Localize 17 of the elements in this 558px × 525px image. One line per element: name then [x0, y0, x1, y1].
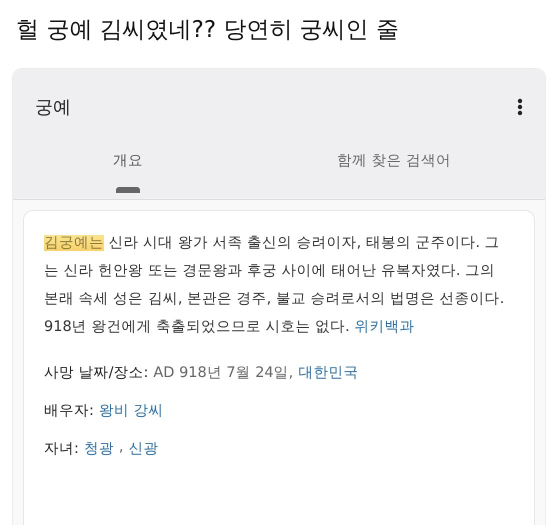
- tab[interactable]: 개요: [13, 151, 243, 193]
- fact-label: 배우자:: [44, 402, 94, 420]
- fact-value: ,: [118, 439, 124, 457]
- fact-value: AD 918년 7월 24일,: [153, 364, 294, 382]
- highlighted-text: 김궁예는: [44, 235, 104, 251]
- post-title: 헐 궁예 김씨였네?? 당연히 궁씨인 줄: [15, 16, 400, 45]
- fact-link[interactable]: 청광: [84, 439, 114, 458]
- tab[interactable]: 함께 찾은 검색어: [243, 151, 545, 193]
- fact-link[interactable]: 신광: [128, 439, 158, 458]
- more-options-icon[interactable]: [517, 98, 523, 116]
- fact-link[interactable]: 대한민국: [298, 363, 358, 382]
- panel-title: 궁예: [35, 96, 71, 119]
- description-text: 김궁예는 신라 시대 왕가 서족 출신의 승려이자, 태봉의 군주이다. 그는 신라 헌안왕 또는 경문왕과 후궁 사이에 태어난 유복자였다. 그의 본래 속세 성은 김씨, 본관은 경주, 불교 승려로서의 법명은 선종이다. 918년 왕건에게 축출되었으므로 시호는 없다. 위키백과: [44, 234, 506, 337]
- fact-link[interactable]: 왕비 강씨: [98, 401, 164, 420]
- source-link[interactable]: 위키백과: [354, 319, 414, 335]
- fact-label: 자녀:: [44, 440, 79, 458]
- fact-label: 사망 날짜/장소:: [44, 364, 148, 382]
